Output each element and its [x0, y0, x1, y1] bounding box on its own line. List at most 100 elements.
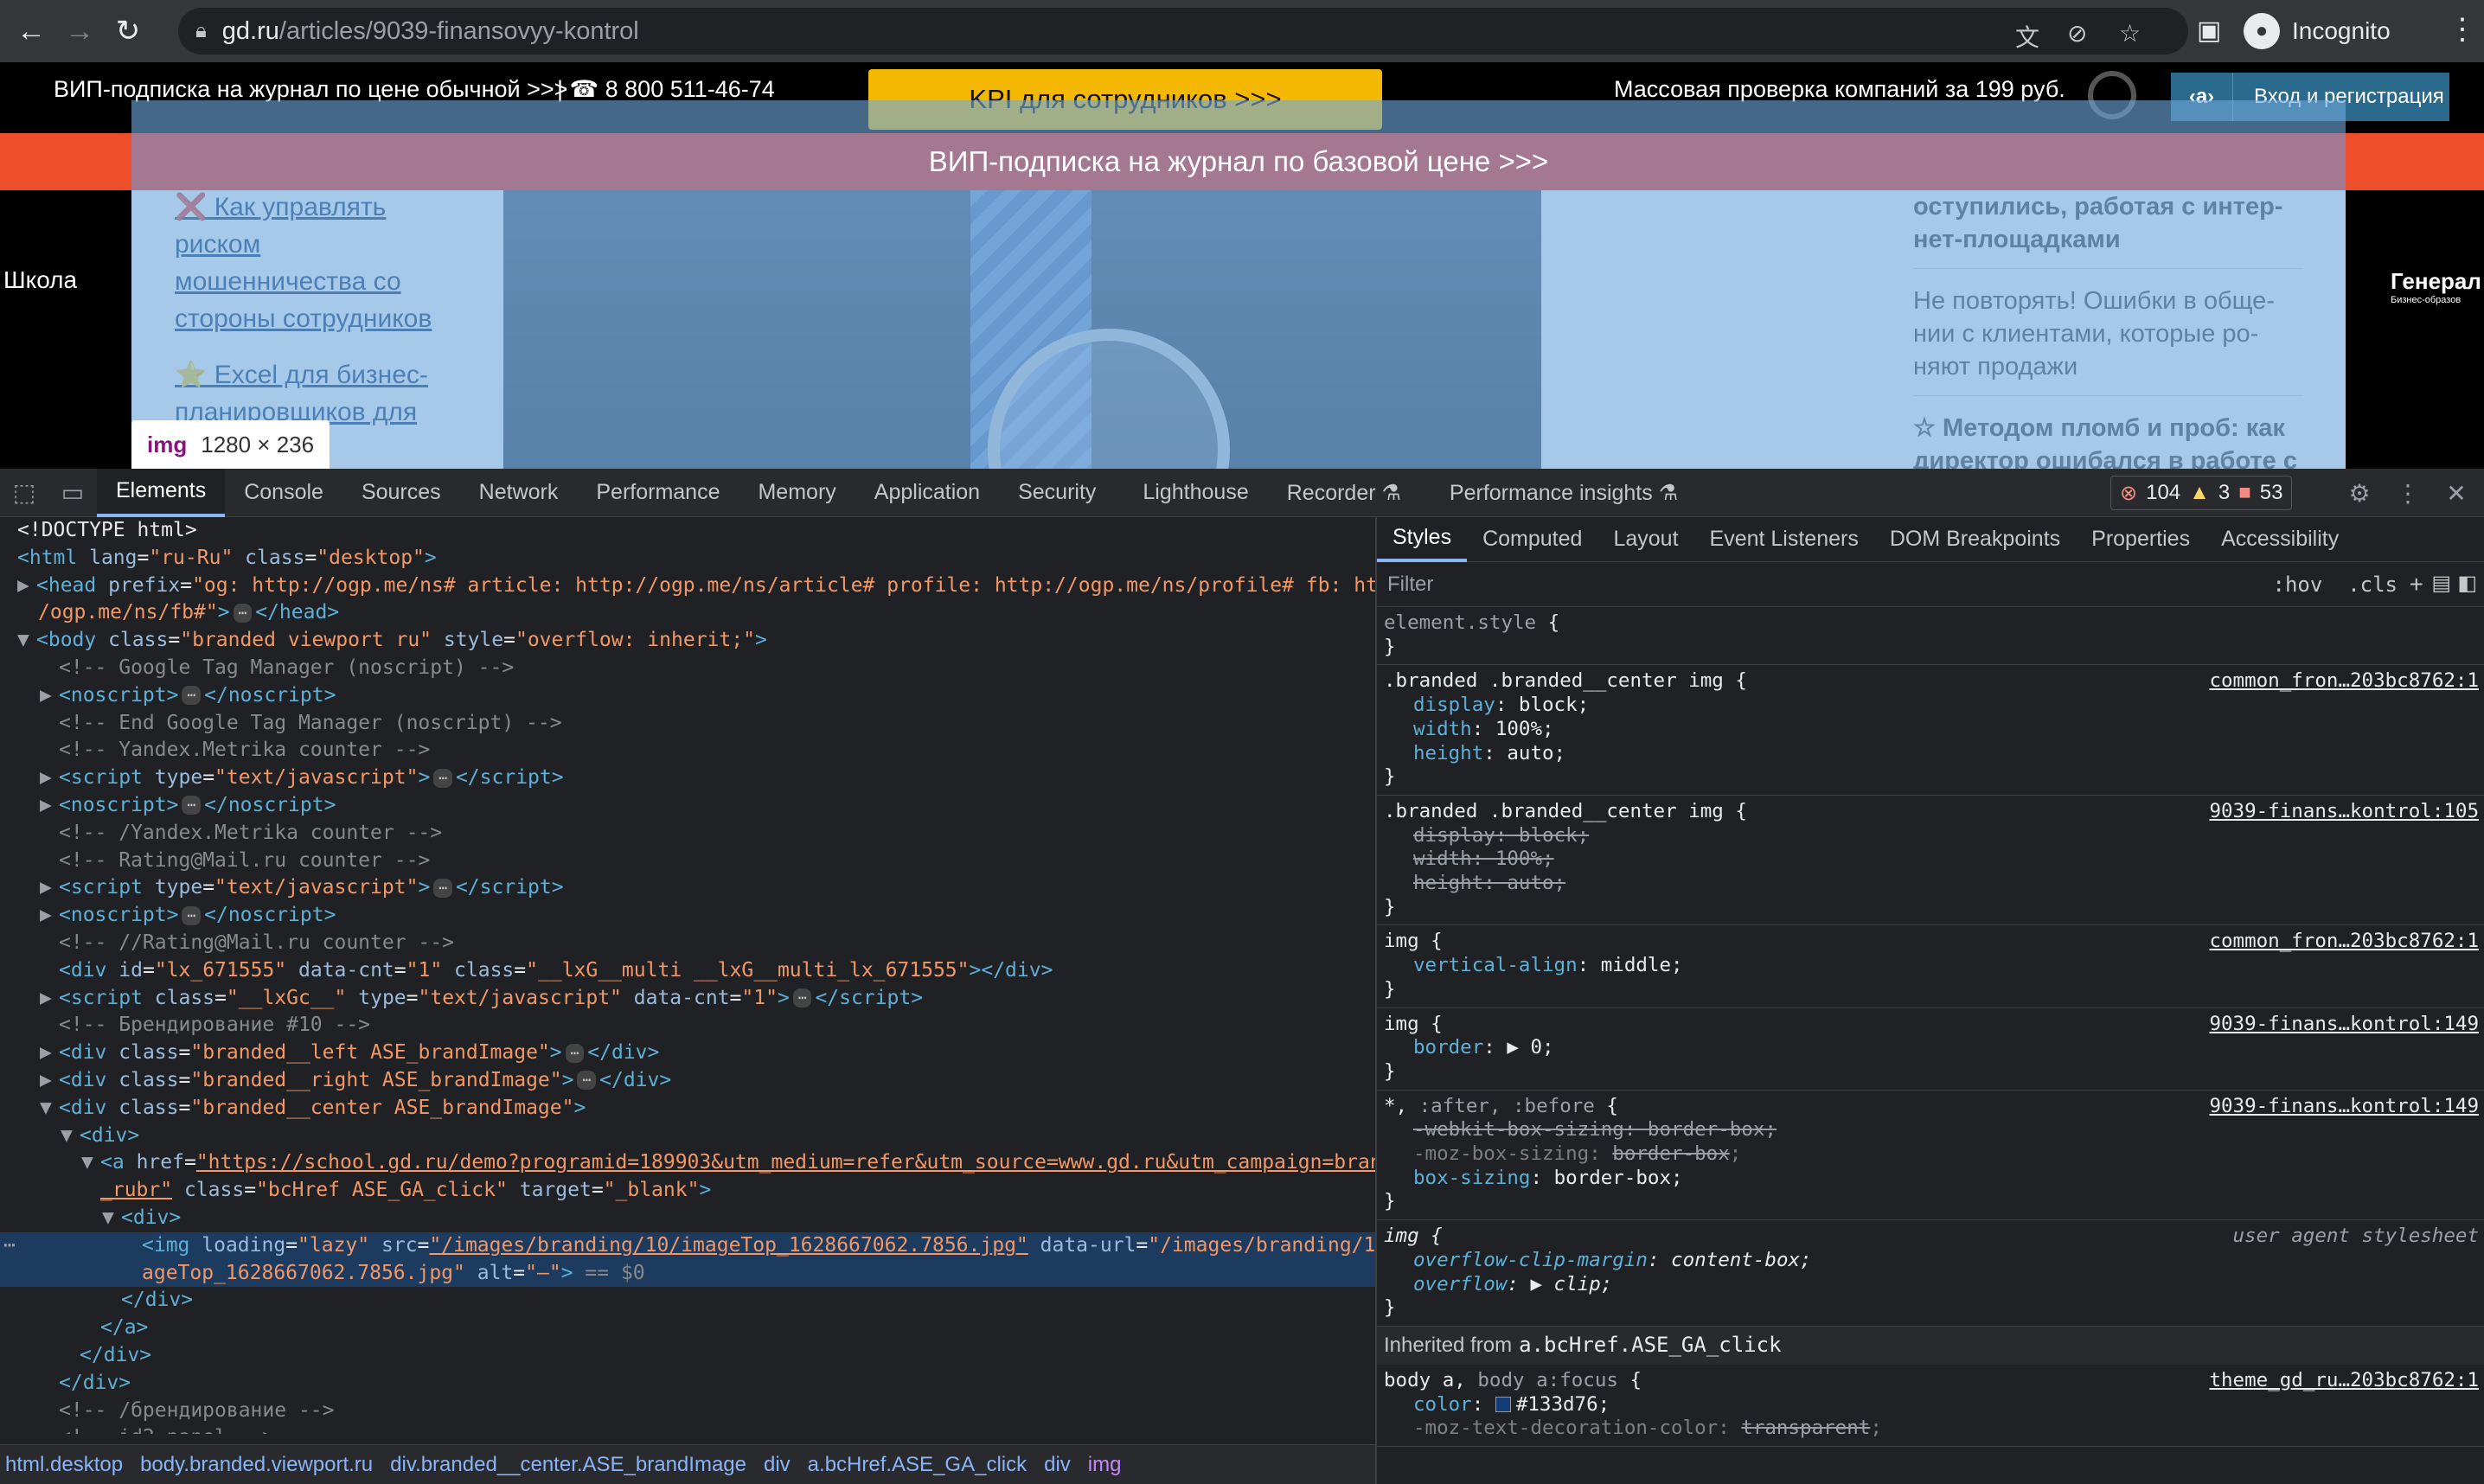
tab-event-listeners[interactable]: Event Listeners: [1694, 517, 1874, 562]
tab-sources[interactable]: Sources: [343, 469, 460, 517]
rule-source-link[interactable]: 9039-finans…kontrol:105: [2209, 800, 2479, 824]
menu-icon[interactable]: ⋮: [2448, 12, 2477, 47]
error-icon: ⊗: [2120, 481, 2138, 505]
tab-performance[interactable]: Performance: [577, 469, 739, 517]
breadcrumb-item[interactable]: div: [759, 1453, 803, 1477]
login-badge: ‹a›: [2171, 73, 2233, 121]
page-viewport: ВИП-подписка на журнал по цене обычной >…: [0, 62, 2484, 469]
devtools-panel: ⬚ ▭ Elements Console Sources Network Per…: [0, 468, 2484, 1484]
styles-filter-input[interactable]: Filter :hov .cls + ▤ ◧: [1377, 562, 2484, 607]
rule-source-link[interactable]: 9039-finans…kontrol:149: [2209, 1013, 2479, 1037]
kpi-button[interactable]: KPI для сотрудников >>>: [868, 69, 1382, 130]
vip-subscription-link[interactable]: ВИП-подписка на журнал по цене обычной >…: [54, 76, 567, 103]
forward-icon[interactable]: →: [55, 7, 104, 55]
lock-icon: 🔒︎: [195, 19, 207, 42]
tab-security[interactable]: Security: [999, 469, 1115, 517]
article-item[interactable]: оступились, работая с интер-нет-площадка…: [1913, 190, 2302, 269]
login-label: Вход и регистрация: [2254, 85, 2444, 108]
style-rule: common_fron…203bc8762:1 img { vertical-al…: [1377, 925, 2484, 1008]
url-text: gd.ru/articles/9039-finansovyy-kontrol: [221, 16, 639, 45]
tab-styles[interactable]: Styles: [1377, 517, 1468, 562]
error-count: 104: [2146, 481, 2181, 504]
breadcrumb-item[interactable]: div: [1039, 1453, 1083, 1477]
user-agent-label: user agent stylesheet: [2232, 1225, 2479, 1248]
tab-recorder[interactable]: Recorder ⚗: [1268, 469, 1420, 517]
profile-label: Incognito: [2292, 17, 2391, 44]
left-links: ❌ Как управлять риском мошенничества со …: [175, 190, 451, 431]
add-rule-icon[interactable]: +: [2410, 571, 2423, 598]
filter-placeholder: Filter: [1387, 572, 1434, 596]
close-icon[interactable]: ✕: [2432, 469, 2481, 517]
paint-icon[interactable]: ▤: [2431, 571, 2451, 596]
article-link[interactable]: ❌ Как управлять риском мошенничества со …: [175, 193, 432, 333]
warning-icon: ▲: [2189, 481, 2210, 504]
article-item[interactable]: Не повторять! Ошибки в обще-нии с клиент…: [1913, 269, 2302, 396]
tab-application[interactable]: Application: [855, 469, 999, 517]
brand-left-text: Школа: [3, 266, 78, 293]
breadcrumb: html.desktop body.branded.viewport.ru di…: [0, 1444, 1375, 1484]
inspect-icon[interactable]: ⬚: [0, 469, 48, 517]
tab-performance-insights[interactable]: Performance insights ⚗: [1431, 469, 1697, 517]
breadcrumb-item[interactable]: html.desktop: [0, 1453, 135, 1477]
translate-icon[interactable]: 文: [2015, 19, 2039, 54]
incognito-icon: ●: [2244, 13, 2280, 49]
style-rule: 9039-finans…kontrol:149 *, :after, :befor…: [1377, 1091, 2484, 1221]
rule-source-link[interactable]: common_fron…203bc8762:1: [2209, 669, 2479, 694]
color-swatch[interactable]: [1495, 1397, 1511, 1413]
tab-properties[interactable]: Properties: [2076, 517, 2206, 562]
address-bar[interactable]: 🔒︎ gd.ru/articles/9039-finansovyy-kontro…: [178, 8, 2188, 54]
toggle-sidebar-icon[interactable]: ◧: [2457, 571, 2477, 596]
tab-computed[interactable]: Computed: [1467, 517, 1597, 562]
breadcrumb-item[interactable]: a.bcHref.ASE_GA_click: [803, 1453, 1039, 1477]
tab-network[interactable]: Network: [460, 469, 578, 517]
dom-tree[interactable]: <!DOCTYPE html> <html lang="ru-Ru" class…: [0, 517, 1375, 1434]
pseudo-state-toggles[interactable]: :hov .cls: [2273, 572, 2398, 597]
breadcrumb-item[interactable]: body.branded.viewport.ru: [135, 1453, 385, 1477]
rule-source-link[interactable]: theme_gd_ru…203bc8762:1: [2209, 1369, 2479, 1393]
inspect-tooltip: img 1280 × 236: [131, 420, 330, 469]
sidebar-icon[interactable]: ▣: [2197, 16, 2221, 46]
message-count: 53: [2259, 481, 2283, 504]
style-rule: 9039-finans…kontrol:105 .branded .branded…: [1377, 796, 2484, 926]
style-rule: element.style {}: [1377, 607, 2484, 666]
phone-number: | ☎ 8 800 511-46-74: [557, 76, 775, 102]
article-item[interactable]: ☆ Методом пломб и проб: как директор оши…: [1913, 396, 2302, 469]
style-rule: theme_gd_ru…203bc8762:1 body a, body a:fo…: [1377, 1365, 2484, 1448]
tab-elements[interactable]: Elements: [97, 468, 226, 517]
breadcrumb-item[interactable]: img: [1083, 1453, 1134, 1477]
rule-source-link[interactable]: common_fron…203bc8762:1: [2209, 930, 2479, 954]
tab-dom-breakpoints[interactable]: DOM Breakpoints: [1874, 517, 2076, 562]
breadcrumb-item[interactable]: div.branded__center.ASE_brandImage: [385, 1453, 759, 1477]
issue-counters[interactable]: ⊗ 104 ▲ 3 ■ 53: [2110, 476, 2293, 510]
style-rule: user agent stylesheet img { overflow-clip…: [1377, 1220, 2484, 1327]
tab-accessibility[interactable]: Accessibility: [2206, 517, 2354, 562]
reload-icon[interactable]: ↻: [104, 7, 152, 55]
right-articles: оступились, работая с интер-нет-площадка…: [1913, 190, 2302, 469]
device-toggle-icon[interactable]: ▭: [48, 469, 97, 517]
page-content: ❌ Как управлять риском мошенничества со …: [131, 190, 2346, 469]
inherited-header: Inherited from a.bcHref.ASE_GA_click: [1377, 1326, 2484, 1365]
rule-source-link[interactable]: 9039-finans…kontrol:149: [2209, 1095, 2479, 1119]
incognito-badge[interactable]: ● Incognito: [2244, 8, 2391, 54]
style-rule: 9039-finans…kontrol:149 img { border: ▶ 0…: [1377, 1008, 2484, 1091]
devtools-tabbar: ⬚ ▭ Elements Console Sources Network Per…: [0, 468, 2484, 517]
lifebuoy-icon[interactable]: [2088, 71, 2136, 119]
browser-toolbar: ← → ↻ 🔒︎ gd.ru/articles/9039-finansovyy-…: [0, 0, 2484, 62]
article-link[interactable]: ⭐ Excel для бизнес-планировщиков для: [175, 361, 428, 426]
mass-check-link[interactable]: Массовая проверка компаний за 199 руб.: [1614, 76, 2065, 103]
tab-layout[interactable]: Layout: [1597, 517, 1693, 562]
back-icon[interactable]: ←: [7, 7, 55, 55]
tab-console[interactable]: Console: [225, 469, 343, 517]
style-rules[interactable]: element.style {} common_fron…203bc8762:1…: [1377, 607, 2484, 1448]
eye-off-icon[interactable]: ⊘: [2067, 19, 2087, 48]
vip-band-link[interactable]: ВИП-подписка на журнал по базовой цене >…: [131, 133, 2346, 190]
hero-image[interactable]: [503, 190, 1541, 469]
star-icon[interactable]: ☆: [2119, 19, 2141, 48]
tab-memory[interactable]: Memory: [739, 469, 855, 517]
styles-sidebar: Styles Computed Layout Event Listeners D…: [1377, 517, 2484, 1484]
settings-icon[interactable]: ⚙: [2335, 469, 2384, 517]
more-icon[interactable]: ⋮: [2384, 469, 2432, 517]
sidebar-tabs: Styles Computed Layout Event Listeners D…: [1377, 517, 2484, 562]
tab-lighthouse[interactable]: Lighthouse: [1124, 469, 1267, 517]
login-button[interactable]: ‹a› Вход и регистрация: [2171, 73, 2449, 121]
